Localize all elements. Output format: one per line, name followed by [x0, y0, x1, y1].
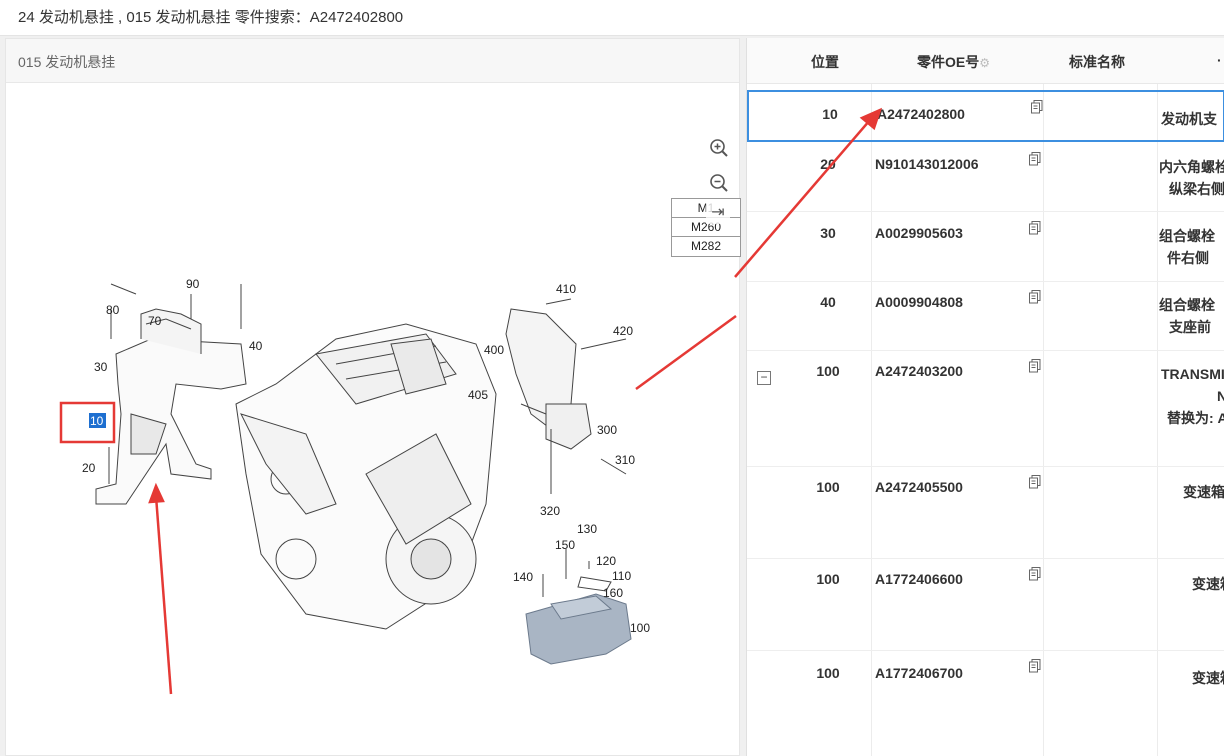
table-row[interactable]: 100 A1772406600 变速箱 [747, 559, 1224, 651]
table-row[interactable]: 10 A2472402800 发动机支 [747, 90, 1224, 142]
exploded-parts-diagram[interactable]: 90 80 70 40 30 20 410 420 400 405 300 31… [6, 84, 739, 755]
copy-icon[interactable] [1029, 659, 1041, 673]
callout-405[interactable]: 405 [468, 388, 488, 402]
callout-70[interactable]: 70 [148, 314, 162, 328]
column-standard-name[interactable]: 标准名称 [1069, 52, 1125, 72]
copy-icon[interactable] [1029, 359, 1041, 373]
collapse-row-icon[interactable]: − [757, 371, 771, 385]
breadcrumb: 24 发动机悬挂 , 015 发动机悬挂 零件搜索：A2472402800 [18, 9, 404, 26]
diagram-panel: 015 发动机悬挂 90 80 70 40 30 20 410 420 400 … [5, 38, 741, 756]
gear-icon[interactable]: ⚙ [979, 56, 990, 70]
copy-icon[interactable] [1029, 221, 1041, 235]
callout-20[interactable]: 20 [82, 461, 96, 475]
callout-40[interactable]: 40 [249, 339, 263, 353]
callout-120[interactable]: 120 [596, 554, 616, 568]
column-oe-number[interactable]: 零件OE号⚙ [917, 52, 990, 72]
callout-150[interactable]: 150 [555, 538, 575, 552]
column-extra[interactable]: · [1217, 52, 1222, 68]
diagram-panel-header: 015 发动机悬挂 [6, 39, 739, 83]
zoom-in-icon [710, 139, 728, 157]
callout-100[interactable]: 100 [630, 621, 650, 635]
callout-30[interactable]: 30 [94, 360, 108, 374]
callout-140[interactable]: 140 [513, 570, 533, 584]
copy-icon[interactable] [1031, 100, 1043, 114]
callout-90[interactable]: 90 [186, 277, 200, 291]
zoom-out-icon [710, 174, 728, 192]
callout-320[interactable]: 320 [540, 504, 560, 518]
table-header: 位置 零件OE号⚙ 标准名称 · [747, 38, 1224, 84]
column-position[interactable]: 位置 [811, 52, 839, 72]
copy-icon[interactable] [1029, 290, 1041, 304]
collapse-panel-icon[interactable]: ⇥ [706, 202, 730, 224]
table-row[interactable]: 100 A1772406700 变速箱 [747, 651, 1224, 756]
model-item[interactable]: M282 [672, 237, 740, 256]
callout-420[interactable]: 420 [613, 324, 633, 338]
table-row[interactable]: 100 A2472405500 变速箱 [747, 467, 1224, 559]
callout-310[interactable]: 310 [615, 453, 635, 467]
annotation-arrow-up [154, 495, 173, 695]
callout-160[interactable]: 160 [603, 586, 623, 600]
callout-400[interactable]: 400 [484, 343, 504, 357]
callout-110[interactable]: 110 [612, 569, 631, 583]
copy-icon[interactable] [1029, 152, 1041, 166]
table-row[interactable]: − 100 A2472403200 TRANSMIS N 替换为: A [747, 351, 1224, 467]
zoom-out-button[interactable] [705, 169, 733, 197]
callout-410[interactable]: 410 [556, 282, 576, 296]
table-row[interactable]: 20 N910143012006 内六角螺栓 纵梁右侧 [747, 144, 1224, 212]
parts-table: 位置 零件OE号⚙ 标准名称 · 10 A2472402800 发动机支 20 … [746, 38, 1224, 756]
engine-mount-bracket-shape [95, 338, 247, 505]
top-breadcrumb-bar: 24 发动机悬挂 , 015 发动机悬挂 零件搜索：A2472402800 [0, 0, 1224, 36]
callout-300[interactable]: 300 [597, 423, 617, 437]
callout-10-selected[interactable]: 10 [90, 414, 104, 428]
callout-130[interactable]: 130 [577, 522, 597, 536]
table-row[interactable]: 40 A0009904808 组合螺栓 支座前 [747, 282, 1224, 351]
annotation-arrow-right [635, 314, 737, 391]
callout-80[interactable]: 80 [106, 303, 120, 317]
parts-illustration: 90 80 70 40 30 20 410 420 400 405 300 31… [59, 277, 737, 695]
copy-icon[interactable] [1029, 567, 1041, 581]
selection-highlight-box [59, 401, 116, 444]
zoom-in-button[interactable] [705, 134, 733, 162]
copy-icon[interactable] [1029, 475, 1041, 489]
table-row[interactable]: 30 A0029905603 组合螺栓 件右侧 [747, 213, 1224, 282]
diagram-title: 015 发动机悬挂 [18, 54, 116, 70]
